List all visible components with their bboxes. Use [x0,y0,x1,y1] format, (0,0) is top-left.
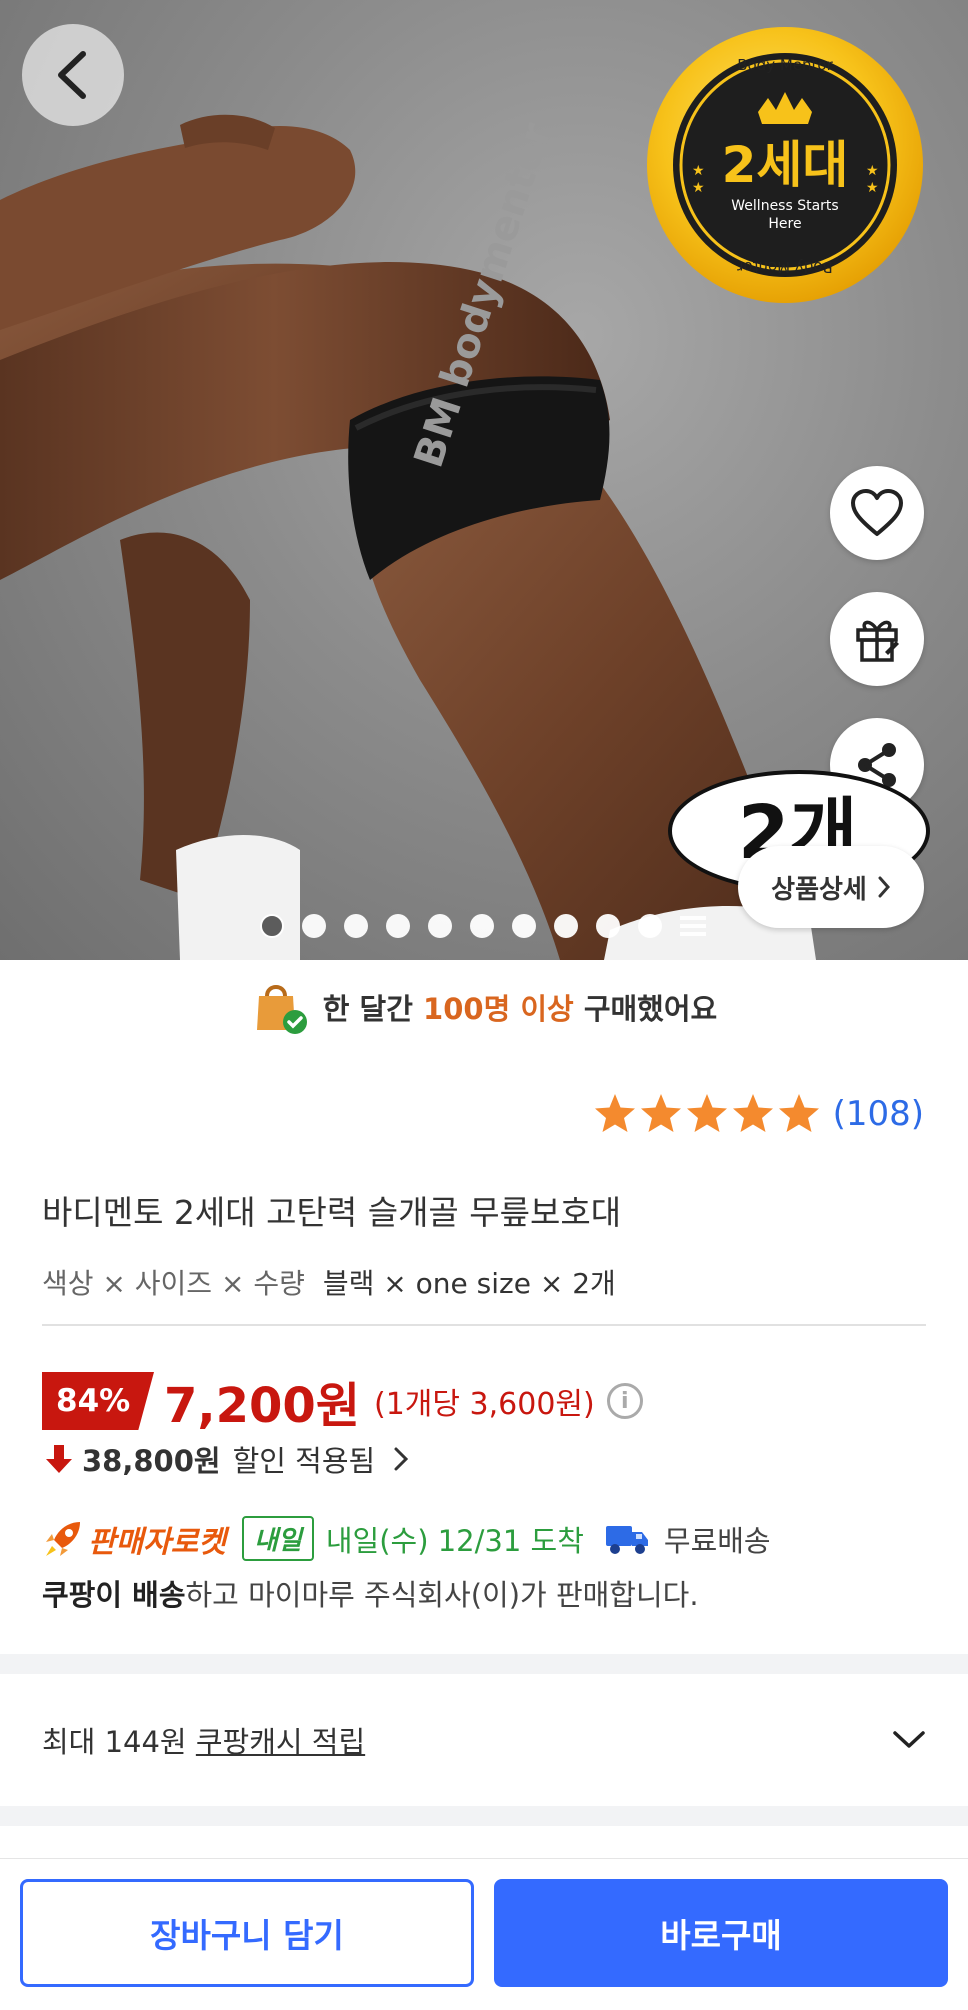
carousel-dot[interactable] [428,914,452,938]
product-detail-label: 상품상세 [771,874,867,905]
carousel-indicator [260,914,706,938]
truck-icon [605,1525,648,1554]
badge-brand-top: Body Mentor [737,56,833,74]
heart-icon [851,489,903,536]
original-price: 38,800원 [82,1444,221,1478]
notice-highlight: 100명 이상 [423,992,574,1026]
svg-text:★: ★ [692,180,705,196]
carousel-dot[interactable] [638,914,662,938]
carousel-dot[interactable] [260,914,284,938]
arrival-date: 내일(수) 12/31 도착 [325,1523,584,1558]
seller-info-bold: 쿠팡이 배송 [42,1578,186,1612]
original-price-row[interactable]: 38,800원 할인 적용됨 [44,1438,411,1480]
price-row: 84% 7,200원 (1개당 3,600원) i [42,1366,643,1436]
discount-badge: 84% [42,1372,154,1430]
chevron-down-icon[interactable] [892,1730,926,1750]
carousel-dot[interactable] [470,914,494,938]
discount-applied-label: 할인 적용됨 [232,1444,376,1478]
section-divider [0,1654,968,1674]
carousel-dot[interactable] [386,914,410,938]
tomorrow-badge: 내일 [242,1516,314,1561]
cash-prefix: 최대 144원 [42,1725,187,1759]
badge-tagline-2: Here [768,216,801,232]
option-label: 색상 × 사이즈 × 수량 [42,1267,305,1300]
product-image-carousel[interactable]: BM bodymentor Body Mentor 2세대 Wellness S… [0,0,968,960]
shopping-bag-check-icon [256,985,307,1034]
seller-info-text: 하고 마이마루 주식회사(이)가 판매합니다. [185,1578,699,1612]
generation-badge: Body Mentor 2세대 Wellness Starts Here Bod… [640,20,930,310]
back-button[interactable] [22,24,124,126]
info-icon[interactable]: i [606,1383,643,1419]
buy-now-button[interactable]: 바로구매 [494,1879,948,1987]
purchase-count-notice: 한 달간 100명 이상 구매했어요 [0,972,968,1042]
delivery-info: 판매자로켓 내일 내일(수) 12/31 도착 무료배송 [42,1516,771,1561]
svg-text:★: ★ [692,163,705,179]
wishlist-button[interactable] [830,466,924,560]
gift-icon [856,620,899,662]
carousel-dot[interactable] [596,914,620,938]
bottom-action-bar: 장바구니 담기 바로구매 [0,1858,968,2010]
cash-link[interactable]: 쿠팡캐시 적립 [196,1725,365,1759]
badge-tagline-1: Wellness Starts [731,198,838,214]
seller-rocket-label: 판매자로켓 [88,1524,226,1560]
badge-title: 2세대 [722,136,849,194]
unit-price: (1개당 3,600원) [374,1387,595,1422]
carousel-more-icon[interactable] [680,916,706,936]
carousel-dot[interactable] [554,914,578,938]
rocket-icon [46,1521,80,1556]
notice-suffix: 구매했어요 [583,992,718,1026]
section-divider [0,1806,968,1826]
chevron-left-icon [58,51,86,99]
badge-brand-bottom: Body Mentor [736,258,832,276]
add-to-cart-button[interactable]: 장바구니 담기 [20,1879,474,1987]
product-title: 바디멘토 2세대 고탄력 슬개골 무릎보호대 [42,1193,622,1232]
carousel-dot[interactable] [512,914,536,938]
seller-info: 쿠팡이 배송하고 마이마루 주식회사(이)가 판매합니다. [42,1572,699,1614]
sale-price: 7,200원 [164,1378,360,1434]
chevron-right-icon [394,1447,409,1471]
star-rating-icon [594,1094,819,1132]
svg-text:★: ★ [866,163,879,179]
arrow-down-icon [46,1445,72,1473]
option-value: 블랙 × one size × 2개 [322,1267,616,1300]
rating-summary[interactable]: (108) [593,1092,924,1136]
coupang-cash-row[interactable]: 최대 144원 쿠팡캐시 적립 [0,1674,968,1806]
divider [42,1324,926,1326]
seal-graphic: Body Mentor 2세대 Wellness Starts Here Bod… [647,27,923,303]
chevron-right-icon [878,876,890,898]
carousel-dot[interactable] [344,914,368,938]
product-detail-button[interactable]: 상품상세 [738,846,924,928]
svg-text:★: ★ [866,180,879,196]
free-shipping: 무료배송 [663,1523,771,1558]
carousel-dot[interactable] [302,914,326,938]
selected-option[interactable]: 색상 × 사이즈 × 수량 블랙 × one size × 2개 [42,1262,616,1302]
gift-button[interactable] [830,592,924,686]
notice-prefix: 한 달간 [322,992,413,1026]
review-count[interactable]: (108) [833,1094,924,1134]
